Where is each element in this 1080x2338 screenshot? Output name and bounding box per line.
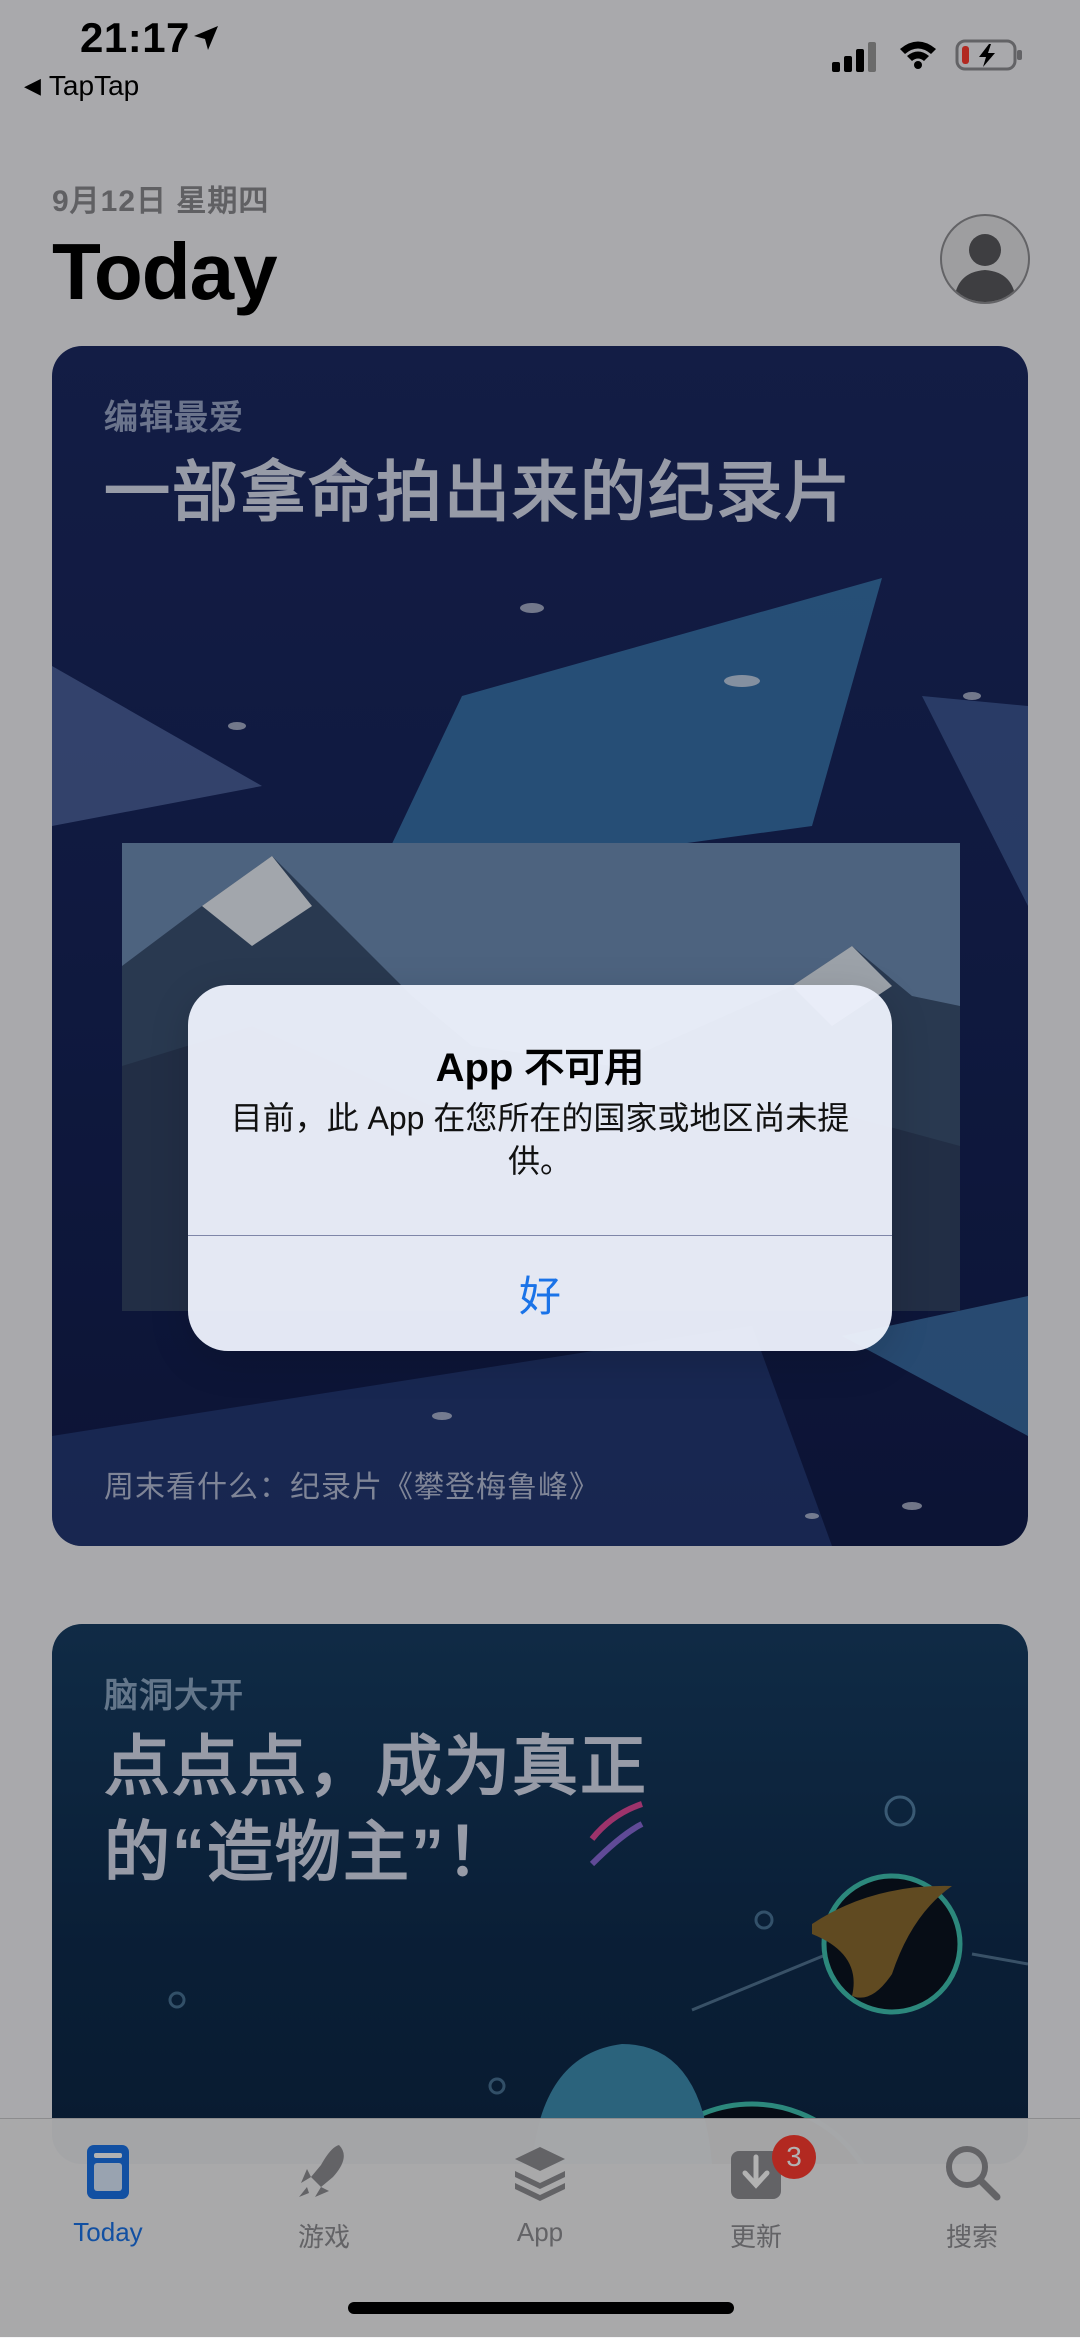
home-indicator[interactable] <box>348 2302 734 2314</box>
alert-message: 目前，此 App 在您所在的国家或地区尚未提供。 <box>230 1100 850 1180</box>
alert-title: App 不可用 <box>435 1046 645 1090</box>
app-unavailable-alert: App 不可用 目前，此 App 在您所在的国家或地区尚未提供。 好 <box>188 985 892 1351</box>
alert-ok-button[interactable]: 好 <box>188 1236 892 1351</box>
